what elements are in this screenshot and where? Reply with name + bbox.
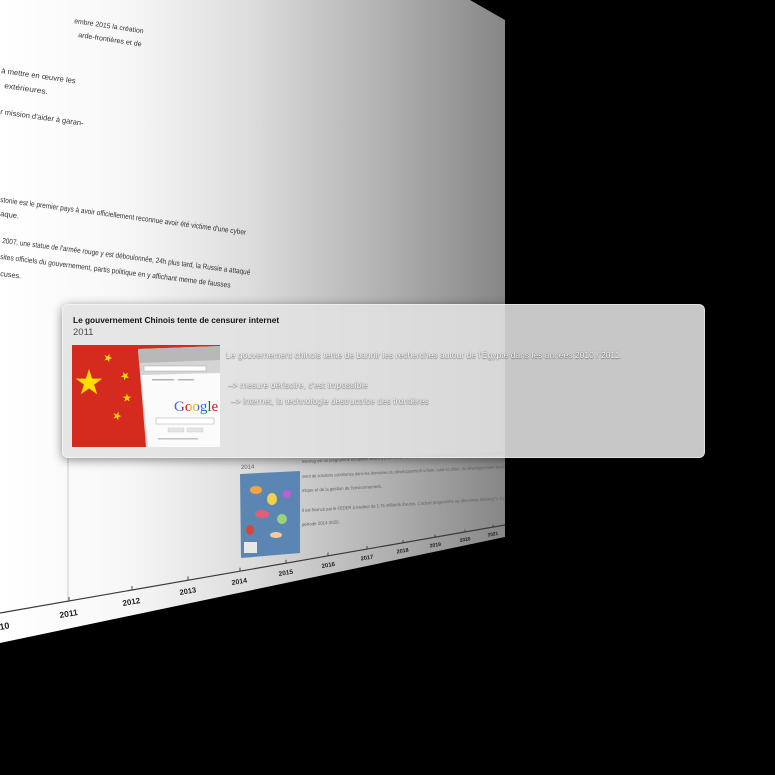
event-description: Le gouvernement chinois tente de bannir … <box>226 350 622 360</box>
event-image: Google <box>72 345 220 447</box>
event-card[interactable]: Le gouvernement Chinois tente de censure… <box>62 304 705 458</box>
event-point: –> internet, la technologie destructrice… <box>231 396 429 406</box>
event-year: 2011 <box>73 327 94 338</box>
event-point: –> mesure dérisoire, c'est impossible <box>228 380 368 390</box>
background-event-year: 2014 <box>241 465 255 471</box>
google-logo: Google <box>174 399 219 415</box>
interreg-map-image <box>240 471 300 558</box>
year-label: 10 <box>0 620 10 632</box>
event-title: Le gouvernement Chinois tente de censure… <box>73 315 280 325</box>
browser-window: Google <box>138 346 220 447</box>
